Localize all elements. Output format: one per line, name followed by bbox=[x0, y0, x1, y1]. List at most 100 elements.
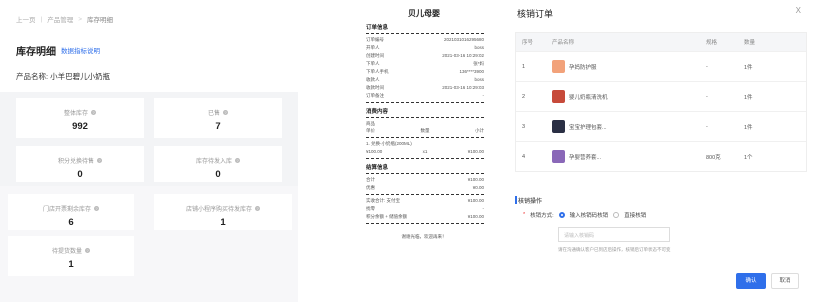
radio-code-verify[interactable] bbox=[558, 212, 565, 218]
stat-label: 店铺小程序购买待发库存 bbox=[185, 207, 252, 213]
required-mark: * bbox=[523, 212, 526, 218]
row-spec: - bbox=[706, 93, 708, 100]
pay-value: ¥0.00 bbox=[472, 185, 484, 190]
receipt-key: 订单备注 bbox=[366, 93, 384, 98]
pay-value: ¥100.00 bbox=[467, 198, 484, 203]
pay-key: 实收合计: 支付宝 bbox=[366, 198, 400, 203]
stat-card-sold: 已售? 7 bbox=[154, 98, 282, 138]
product-thumbnail bbox=[552, 60, 565, 73]
col-subtotal: 小计 bbox=[475, 128, 484, 133]
receipt-value: 136****3900 bbox=[459, 69, 484, 74]
row-spec: 800克 bbox=[706, 154, 721, 161]
metrics-help-link[interactable]: 数据指标说明 bbox=[61, 45, 100, 55]
row-spec: - bbox=[706, 123, 708, 130]
row-no: 1 bbox=[522, 63, 526, 70]
stat-card-miniapp-pending: 店铺小程序购买待发库存? 1 bbox=[154, 194, 292, 230]
product-thumbnail bbox=[552, 90, 565, 103]
receipt-row: 收款人 boss bbox=[358, 76, 490, 84]
help-icon[interactable]: ? bbox=[223, 110, 228, 115]
product-thumbnail bbox=[552, 150, 565, 163]
help-icon[interactable]: ? bbox=[255, 206, 260, 211]
help-icon[interactable]: ? bbox=[91, 110, 96, 115]
confirm-button[interactable]: 确认 bbox=[736, 273, 766, 289]
verify-hint: 请在沟通确认客户已到店后操作，核销后订单状态不可变 bbox=[558, 247, 671, 252]
help-icon[interactable]: ? bbox=[235, 158, 240, 163]
verify-method-group: * 核销方式: 输入核销码核销 直接核销 bbox=[523, 211, 646, 219]
receipt-key: 收款人 bbox=[366, 77, 380, 82]
product-thumbnail bbox=[552, 120, 565, 133]
pay-row: 找零 - bbox=[358, 205, 490, 213]
table-row: 2 婴儿奶瓶清洗机 - 1件 bbox=[516, 81, 806, 111]
stat-label: 积分兑换待售 bbox=[57, 159, 94, 165]
receipt-section-order: 订单信息 bbox=[366, 25, 389, 31]
table-row: 3 宝宝护理包套... - 1件 bbox=[516, 111, 806, 141]
stat-label: 待提货数量 bbox=[51, 249, 82, 255]
row-qty: 1件 bbox=[744, 64, 753, 71]
product-name: 婴儿奶瓶清洗机 bbox=[569, 94, 608, 101]
row-no: 4 bbox=[522, 153, 526, 160]
back-link[interactable]: 上一页 bbox=[16, 14, 36, 24]
product-name: 孕婴营养套... bbox=[569, 154, 602, 161]
close-icon[interactable]: X bbox=[796, 6, 801, 15]
row-spec: - bbox=[706, 63, 708, 70]
goods-subtotal: ¥100.00 bbox=[467, 149, 484, 154]
pay-key: 优惠 bbox=[366, 185, 375, 190]
radio-direct-verify[interactable] bbox=[613, 212, 620, 218]
table-row: 4 孕婴营养套... 800克 1个 bbox=[516, 141, 806, 171]
col-name: 产品名称 bbox=[552, 40, 575, 46]
page-title: 库存明细 bbox=[16, 47, 56, 58]
receipt-value: boss bbox=[474, 45, 484, 50]
breadcrumb-separator: | bbox=[40, 15, 43, 23]
table-header: 序号 产品名称 规格 数量 bbox=[516, 33, 806, 51]
section-title: 核销操作 bbox=[518, 199, 543, 205]
stat-value: 1 bbox=[220, 217, 226, 228]
divider bbox=[366, 33, 484, 34]
divider bbox=[366, 223, 484, 224]
stat-card-total: 整体库存? 992 bbox=[16, 98, 144, 138]
receipt-section-pay: 结算信息 bbox=[366, 165, 389, 171]
stat-card-pickup-pending: 待提货数量? 1 bbox=[8, 236, 134, 276]
goods-header-label: 商品 bbox=[358, 120, 490, 127]
stat-value: 6 bbox=[68, 217, 74, 228]
goods-price: ¥100.00 bbox=[366, 149, 383, 154]
breadcrumb-item-products[interactable]: 产品管理 bbox=[47, 14, 73, 24]
col-qty: 数量 bbox=[420, 128, 430, 133]
receipt-value: 2021031016295680 bbox=[443, 37, 484, 42]
receipt-key: 创建时间 bbox=[366, 53, 384, 58]
receipt-key: 开单人 bbox=[366, 45, 380, 50]
inventory-detail-panel: 上一页 | 产品管理 > 库存明细 库存明细 数据指标说明 产品名称: 小羊巴碧… bbox=[0, 0, 298, 302]
receipt-row: 创建时间 2021-03-16 10:29:02 bbox=[358, 52, 490, 60]
stat-value: 7 bbox=[215, 121, 221, 132]
divider bbox=[366, 194, 484, 195]
product-name: 产品名称: 小羊巴碧儿小奶瓶 bbox=[16, 72, 111, 81]
row-qty: 1件 bbox=[744, 124, 753, 131]
pay-key: 找零 bbox=[366, 206, 375, 211]
breadcrumb-item-current: 库存明细 bbox=[87, 17, 113, 24]
receipt-key: 下单人手机 bbox=[366, 69, 389, 74]
verify-code-input[interactable]: 请输入核销码 bbox=[558, 227, 670, 242]
receipt-section-goods: 消费内容 bbox=[366, 109, 389, 115]
stat-card-store-remaining: 门店开票剩余库存? 6 bbox=[8, 194, 134, 230]
divider bbox=[366, 102, 484, 103]
receipt-key: 订单编号 bbox=[366, 37, 384, 42]
pay-row: 合计 ¥100.00 bbox=[358, 176, 490, 184]
stat-value: 0 bbox=[77, 169, 83, 180]
receipt-value: 张*妈 bbox=[473, 61, 484, 66]
cancel-button[interactable]: 取消 bbox=[771, 273, 799, 289]
help-icon[interactable]: ? bbox=[97, 158, 102, 163]
receipt-row: 收款时间 2021-03-16 10:29:03 bbox=[358, 84, 490, 92]
help-icon[interactable]: ? bbox=[94, 206, 99, 211]
receipt-key: 收款时间 bbox=[366, 85, 384, 90]
receipt-preview: 贝儿母婴 订单信息 订单编号 2021031016295680 开单人 boss 创… bbox=[358, 0, 490, 302]
radio-direct-verify-label[interactable]: 直接核销 bbox=[624, 211, 646, 219]
col-spec: 规格 bbox=[706, 40, 718, 46]
help-icon[interactable]: ? bbox=[85, 248, 90, 253]
breadcrumb-separator: > bbox=[78, 15, 82, 23]
receipt-value: 2021-03-16 10:29:03 bbox=[442, 85, 484, 90]
radio-code-verify-label[interactable]: 输入核销码核销 bbox=[570, 211, 609, 219]
col-price: 单价 bbox=[366, 128, 375, 133]
row-no: 2 bbox=[522, 93, 526, 100]
verify-method-label: 核销方式: bbox=[530, 213, 554, 219]
stat-value: 992 bbox=[72, 121, 88, 132]
modal-title: 核销订单 bbox=[517, 9, 554, 19]
